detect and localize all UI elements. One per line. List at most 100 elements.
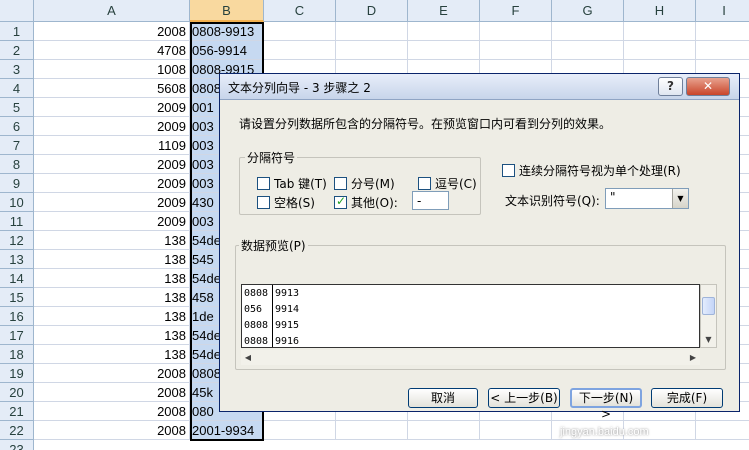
finish-button[interactable]: 完成(F) [651,388,723,408]
back-button[interactable]: < 上一步(B) [488,388,560,408]
cell-empty[interactable] [696,22,749,41]
cell-a[interactable]: 2009 [34,193,190,212]
cell-empty[interactable] [552,41,624,60]
column-header-c[interactable]: C [264,0,336,22]
row-header[interactable]: 11 [0,212,34,231]
semicolon-checkbox-box[interactable] [334,177,347,190]
column-header-f[interactable]: F [480,0,552,22]
cell-a[interactable]: 138 [34,326,190,345]
cell-a[interactable]: 5608 [34,79,190,98]
cell-a[interactable]: 138 [34,231,190,250]
row-header[interactable]: 4 [0,79,34,98]
row-header[interactable]: 5 [0,98,34,117]
column-header-i[interactable]: I [696,0,749,22]
other-checkbox[interactable]: 其他(O): [334,194,398,211]
cell-a[interactable]: 1008 [34,60,190,79]
chevron-down-icon[interactable]: ▼ [672,189,688,208]
row-header[interactable]: 19 [0,364,34,383]
cell-a[interactable]: 2009 [34,98,190,117]
help-button[interactable]: ? [658,77,683,96]
cell-empty[interactable] [696,41,749,60]
semicolon-checkbox[interactable]: 分号(M) [334,175,395,192]
cell-a[interactable]: 138 [34,250,190,269]
row-header[interactable]: 9 [0,174,34,193]
column-header-e[interactable]: E [408,0,480,22]
cell-empty[interactable] [480,41,552,60]
cell-empty[interactable] [624,41,696,60]
comma-checkbox-box[interactable] [418,177,431,190]
other-checkbox-box[interactable] [334,194,347,209]
row-header[interactable]: 2 [0,41,34,60]
cell-empty[interactable] [264,22,336,41]
row-header[interactable]: 10 [0,193,34,212]
tab-checkbox-box[interactable] [257,177,270,190]
cell-b[interactable]: 056-9914 [190,41,264,60]
cell-a[interactable]: 2009 [34,117,190,136]
data-preview[interactable]: 0808 9913 056 9914 0808 9915 0808 9916 [241,284,700,348]
row-header[interactable]: 14 [0,269,34,288]
row-header[interactable]: 3 [0,60,34,79]
row-header[interactable]: 13 [0,250,34,269]
cell-a[interactable]: 2009 [34,212,190,231]
cell-b[interactable]: 0808-9913 [190,22,264,41]
column-header-d[interactable]: D [336,0,408,22]
cell-b[interactable]: 2001-9934 [190,421,264,440]
row-header[interactable]: 17 [0,326,34,345]
cell-empty[interactable] [336,22,408,41]
select-all-corner[interactable] [0,0,34,22]
cell-a[interactable]: 2008 [34,22,190,41]
tab-checkbox[interactable]: Tab 键(T) [257,175,327,192]
preview-horizontal-scrollbar[interactable]: ◀ ▶ [241,350,700,365]
row-header[interactable]: 22 [0,421,34,440]
scroll-left-icon[interactable]: ◀ [241,350,255,365]
consecutive-delimiters-checkbox-box[interactable] [502,164,515,177]
scroll-thumb[interactable] [702,297,715,315]
space-checkbox[interactable]: 空格(S) [257,194,315,211]
cell-a[interactable]: 138 [34,307,190,326]
comma-checkbox[interactable]: 逗号(C) [418,175,477,192]
column-header-a[interactable]: A [34,0,190,22]
cell-a[interactable]: 2009 [34,155,190,174]
cell-empty[interactable] [624,22,696,41]
space-checkbox-box[interactable] [257,196,270,209]
row-header[interactable]: 21 [0,402,34,421]
cell-a[interactable]: 2008 [34,364,190,383]
row-header[interactable]: 16 [0,307,34,326]
consecutive-delimiters-checkbox[interactable]: 连续分隔符号视为单个处理(R) [502,162,681,179]
cell-a[interactable]: 2008 [34,421,190,440]
cell-a[interactable]: 4708 [34,41,190,60]
cell-empty[interactable] [408,41,480,60]
cell-empty[interactable] [336,421,408,440]
cell-empty[interactable] [264,421,336,440]
cell-empty[interactable] [408,421,480,440]
cell-a[interactable]: 2008 [34,383,190,402]
scroll-right-icon[interactable]: ▶ [686,350,700,365]
row-header[interactable]: 8 [0,155,34,174]
preview-vertical-scrollbar[interactable]: ▼ [700,284,717,348]
row-header[interactable]: 23 [0,440,34,450]
other-delimiter-input[interactable]: - [412,191,449,210]
cell-a[interactable]: 138 [34,269,190,288]
text-qualifier-select[interactable]: " ▼ [605,188,689,209]
cell-empty[interactable] [408,22,480,41]
cell-empty[interactable] [696,421,749,440]
cell-empty[interactable] [480,22,552,41]
row-header[interactable]: 7 [0,136,34,155]
row-header[interactable]: 18 [0,345,34,364]
close-button[interactable]: ✕ [686,77,730,96]
cell-empty[interactable] [336,41,408,60]
column-break-line[interactable] [272,285,273,347]
row-header[interactable]: 12 [0,231,34,250]
scroll-down-icon[interactable]: ▼ [701,333,716,347]
next-button[interactable]: 下一步(N) > [570,388,642,421]
cancel-button[interactable]: 取消 [408,388,478,408]
cell-empty[interactable] [480,421,552,440]
cell-a[interactable]: 138 [34,345,190,364]
cell-a[interactable]: 2008 [34,402,190,421]
cell-empty[interactable] [264,41,336,60]
column-header-g[interactable]: G [552,0,624,22]
cell-a[interactable]: 1109 [34,136,190,155]
dialog-titlebar[interactable]: 文本分列向导 - 3 步骤之 2 ? ✕ [220,74,739,100]
row-header[interactable]: 15 [0,288,34,307]
row-header[interactable]: 20 [0,383,34,402]
